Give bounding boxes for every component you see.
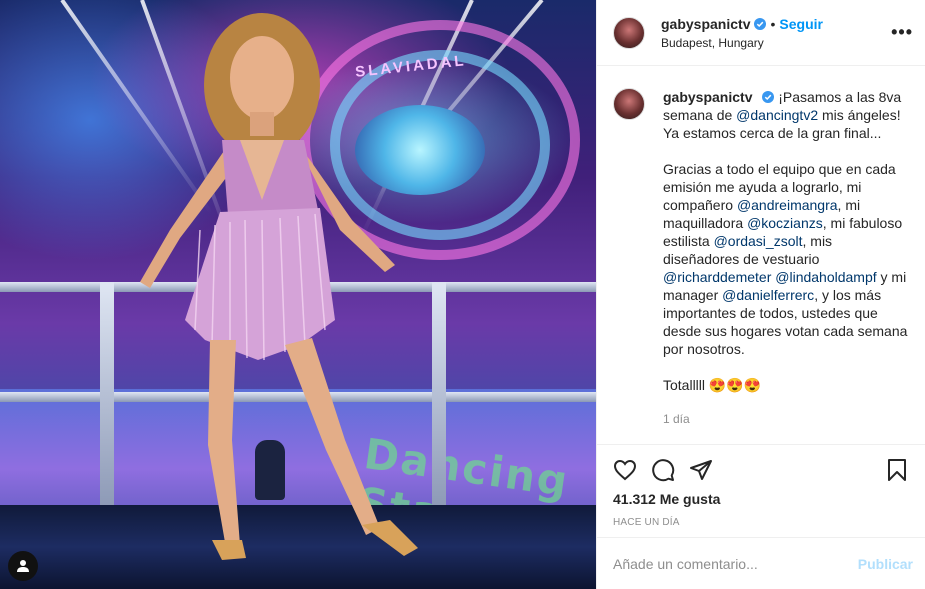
share-icon[interactable]	[689, 458, 713, 482]
publish-button[interactable]: Publicar	[858, 556, 913, 572]
background-person	[255, 440, 285, 500]
comment-icon[interactable]	[651, 458, 675, 482]
action-icons	[613, 455, 909, 485]
post-panel: gabyspanictv • Seguir Budapest, Hungary …	[596, 0, 925, 589]
caption-text: gabyspanictv ¡Pasamos a las 8va semana d…	[663, 88, 908, 428]
comment-input[interactable]	[613, 555, 858, 572]
location-link[interactable]: Budapest, Hungary	[661, 36, 823, 50]
tagged-user-button[interactable]	[8, 551, 38, 581]
verified-badge-icon	[762, 89, 775, 103]
caption-paragraph: Totalllll 😍😍😍	[663, 377, 762, 393]
more-options-icon[interactable]: •••	[891, 22, 913, 43]
mention-link[interactable]: @richarddemeter	[663, 269, 771, 285]
username-link[interactable]: gabyspanictv	[661, 16, 750, 32]
caption-username-link[interactable]: gabyspanictv	[663, 89, 752, 105]
verified-badge-icon	[754, 17, 767, 30]
comments-area: gabyspanictv ¡Pasamos a las 8va semana d…	[597, 66, 925, 444]
post-header: gabyspanictv • Seguir Budapest, Hungary …	[597, 0, 925, 66]
post-actions: 41.312 Me gusta HACE UN DÍA	[597, 444, 925, 528]
comment-timestamp[interactable]: 1 día	[663, 410, 908, 428]
bookmark-icon[interactable]	[885, 458, 909, 482]
add-comment-bar: Publicar	[597, 537, 925, 589]
mention-link[interactable]: @koczianzs	[747, 215, 823, 231]
avatar[interactable]	[613, 88, 645, 120]
header-info: gabyspanictv • Seguir Budapest, Hungary	[661, 16, 823, 50]
mention-link[interactable]: @ordasi_zsolt	[714, 233, 803, 249]
post-photo[interactable]: SLAVIADAL Dancing Stars	[0, 0, 596, 589]
header-row: gabyspanictv • Seguir	[661, 16, 823, 32]
like-count[interactable]: 41.312 Me gusta	[613, 491, 909, 507]
post-date[interactable]: HACE UN DÍA	[613, 517, 909, 528]
heart-icon[interactable]	[613, 458, 637, 482]
caption-paragraph: Gracias a todo el equipo que en cada emi…	[663, 160, 908, 358]
dancer-figure	[140, 13, 418, 560]
caption: gabyspanictv ¡Pasamos a las 8va semana d…	[613, 88, 909, 428]
mention-link[interactable]: @andreimangra	[737, 197, 838, 213]
separator-dot: •	[770, 15, 776, 32]
mention-link[interactable]: @lindaholdampf	[775, 269, 876, 285]
user-icon	[17, 560, 29, 572]
avatar[interactable]	[613, 16, 645, 49]
follow-button[interactable]: Seguir	[779, 16, 823, 32]
mention-link[interactable]: @danielferrerc	[722, 287, 814, 303]
mention-link[interactable]: @dancingtv2	[736, 107, 818, 123]
